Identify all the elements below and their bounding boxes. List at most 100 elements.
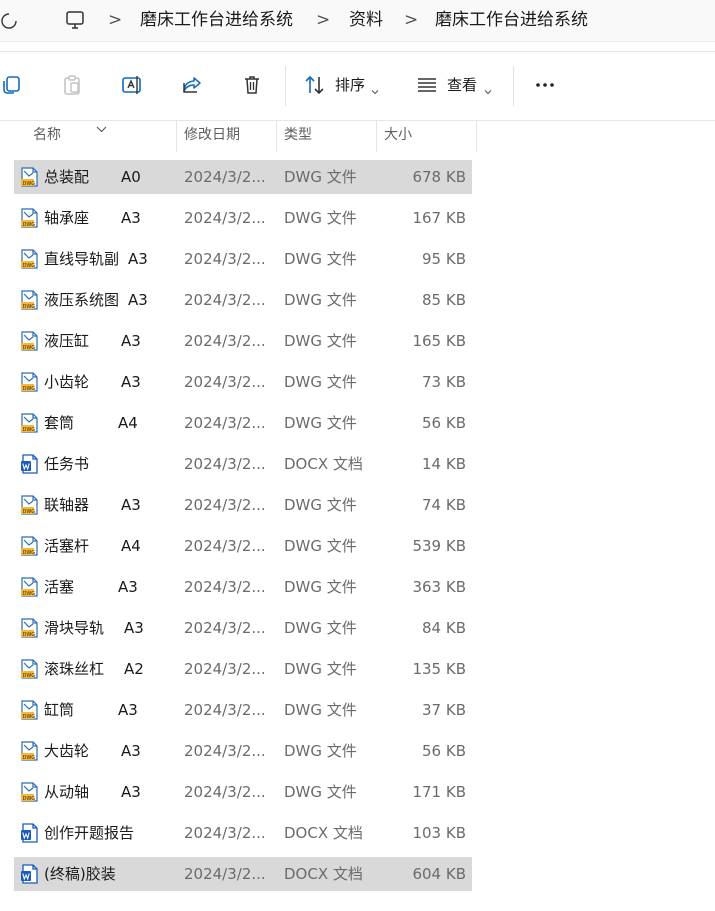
file-type: DWG 文件 [284,373,357,391]
rename-icon[interactable] [120,73,144,97]
view-icon[interactable] [415,73,439,97]
file-row[interactable]: DWG 缸筒 A3 2024/3/2... DWG 文件 37 KB [14,693,472,727]
dwg-file-icon: DWG [20,413,39,433]
file-name: 大齿轮 [44,742,90,760]
sheet-size-tag: A2 [124,660,144,678]
command-bar: 排序 查看 [0,51,715,121]
breadcrumb-separator[interactable]: > [404,9,418,31]
file-row[interactable]: DWG 滚珠丝杠 A2 2024/3/2... DWG 文件 135 KB [14,652,472,686]
file-modified-date: 2024/3/2... [184,578,266,596]
file-modified-date: 2024/3/2... [184,865,266,883]
chevron-down-icon[interactable] [484,81,492,95]
file-row[interactable]: DWG 滑块导轨 A3 2024/3/2... DWG 文件 84 KB [14,611,472,645]
file-name: (终稿)胶装 [44,865,116,883]
column-divider[interactable] [376,120,377,152]
file-type: DOCX 文档 [284,824,363,842]
file-size: 167 KB [412,209,466,227]
sort-button[interactable]: 排序 [335,75,365,95]
dwg-file-icon: DWG [20,331,39,351]
dwg-file-icon: DWG [20,700,39,720]
sort-icon[interactable] [303,73,327,97]
sheet-size-tag: A3 [124,619,144,637]
file-row[interactable]: (终稿)胶装 2024/3/2... DOCX 文档 604 KB [14,857,472,891]
breadcrumb-separator[interactable]: > [316,9,330,31]
svg-text:DWG: DWG [23,263,36,269]
dwg-file-icon: DWG [20,536,39,556]
file-name: 小齿轮 [44,373,90,391]
column-divider[interactable] [176,120,177,152]
sheet-size-tag: A3 [128,291,148,309]
file-row[interactable]: DWG 总装配 A0 2024/3/2... DWG 文件 678 KB [14,160,472,194]
file-row[interactable]: DWG 小齿轮 A3 2024/3/2... DWG 文件 73 KB [14,365,472,399]
file-size: 539 KB [412,537,466,555]
file-name: 活塞杆 [44,537,90,555]
svg-text:DWG: DWG [23,509,36,515]
view-button[interactable]: 查看 [447,75,477,95]
dwg-file-icon-graphic: DWG [21,290,38,310]
dwg-file-icon: DWG [20,659,39,679]
file-type: DWG 文件 [284,619,357,637]
file-row[interactable]: DWG 大齿轮 A3 2024/3/2... DWG 文件 56 KB [14,734,472,768]
file-row[interactable]: DWG 联轴器 A3 2024/3/2... DWG 文件 74 KB [14,488,472,522]
file-modified-date: 2024/3/2... [184,783,266,801]
refresh-icon[interactable] [0,11,20,31]
dwg-file-icon-graphic: DWG [21,208,38,228]
breadcrumb-item-materials[interactable]: 资料 [349,8,383,32]
file-name: 滑块导轨 [44,619,105,637]
file-row[interactable]: DWG 液压缸 A3 2024/3/2... DWG 文件 165 KB [14,324,472,358]
share-icon[interactable] [180,73,204,97]
svg-text:DWG: DWG [23,550,36,556]
copy-icon[interactable] [0,73,24,97]
svg-text:DWG: DWG [23,222,36,228]
file-type: DWG 文件 [284,209,357,227]
file-type: DWG 文件 [284,332,357,350]
column-size[interactable]: 大小 [384,126,412,144]
this-pc-icon[interactable] [64,9,86,31]
column-type[interactable]: 类型 [284,126,312,144]
breadcrumb-separator[interactable]: > [108,9,122,31]
column-divider[interactable] [276,120,277,152]
file-row[interactable]: DWG 轴承座 A3 2024/3/2... DWG 文件 167 KB [14,201,472,235]
file-size: 604 KB [412,865,466,883]
file-row[interactable]: DWG 液压系统图 A3 2024/3/2... DWG 文件 85 KB [14,283,472,317]
file-modified-date: 2024/3/2... [184,496,266,514]
dwg-file-icon: DWG [20,618,39,638]
dwg-file-icon: DWG [20,290,39,310]
column-divider[interactable] [476,120,477,152]
file-row[interactable]: DWG 套筒 A4 2024/3/2... DWG 文件 56 KB [14,406,472,440]
dwg-file-icon-graphic: DWG [21,536,38,556]
file-name: 套筒 [44,414,75,432]
file-type: DWG 文件 [284,537,357,555]
file-row[interactable]: DWG 从动轴 A3 2024/3/2... DWG 文件 171 KB [14,775,472,809]
file-type: DOCX 文档 [284,455,363,473]
file-modified-date: 2024/3/2... [184,332,266,350]
file-size: 84 KB [422,619,466,637]
file-size: 171 KB [412,783,466,801]
file-name: 液压系统图 [44,291,120,309]
file-name: 联轴器 [44,496,90,514]
delete-icon[interactable] [240,73,264,97]
svg-text:DWG: DWG [23,386,36,392]
file-row[interactable]: DWG 直线导轨副 A3 2024/3/2... DWG 文件 95 KB [14,242,472,276]
sheet-size-tag: A3 [121,496,141,514]
column-name[interactable]: 名称 [33,126,61,144]
file-size: 37 KB [422,701,466,719]
file-size: 56 KB [422,742,466,760]
file-type: DWG 文件 [284,496,357,514]
sheet-size-tag: A0 [121,168,141,186]
column-modified[interactable]: 修改日期 [184,126,240,144]
file-row[interactable]: 任务书 2024/3/2... DOCX 文档 14 KB [14,447,472,481]
chevron-down-icon[interactable] [371,81,379,95]
more-options-icon[interactable] [533,73,557,97]
word-file-icon-graphic [21,823,38,843]
file-row[interactable]: DWG 活塞 A3 2024/3/2... DWG 文件 363 KB [14,570,472,604]
file-row[interactable]: DWG 活塞杆 A4 2024/3/2... DWG 文件 539 KB [14,529,472,563]
paste-icon[interactable] [60,73,84,97]
dwg-file-icon-graphic: DWG [21,495,38,515]
file-modified-date: 2024/3/2... [184,209,266,227]
sheet-size-tag: A3 [121,332,141,350]
breadcrumb-item-project[interactable]: 磨床工作台进给系统 [140,8,293,32]
breadcrumb-item-current[interactable]: 磨床工作台进给系统 [435,8,588,32]
file-row[interactable]: 创作开题报告 2024/3/2... DOCX 文档 103 KB [14,816,472,850]
file-name: 总装配 [44,168,90,186]
